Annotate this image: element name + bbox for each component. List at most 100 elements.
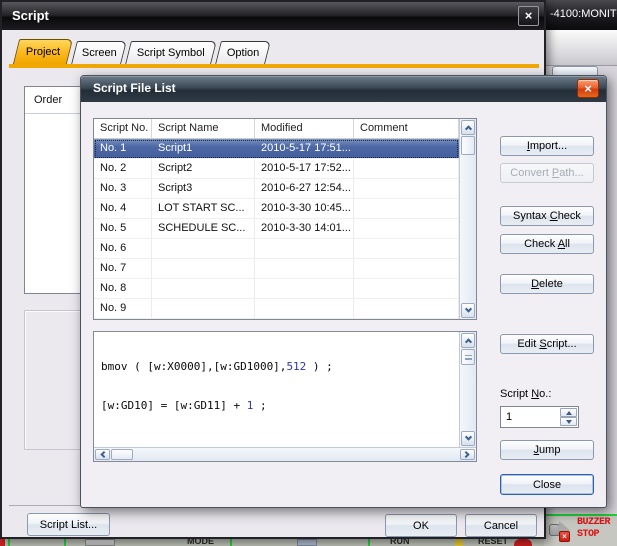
table-row[interactable]: No. 9: [94, 299, 459, 319]
cell: SCHEDULE SC...: [152, 219, 255, 238]
tab-project[interactable]: Project: [13, 39, 73, 64]
hmi-green-line: [8, 539, 10, 546]
label: Cancel: [484, 520, 518, 532]
tab-label: Screen: [81, 47, 116, 59]
table-row[interactable]: No. 3 Script3 2010-6-27 12:54...: [94, 179, 459, 199]
code-text: bmov ( [w:X0000],[w:GD1000],512 ) ; [w:G…: [95, 333, 458, 446]
table-row[interactable]: No. 4 LOT START SC... 2010-3-30 10:45...: [94, 199, 459, 219]
cell: No. 2: [94, 159, 152, 178]
hmi-mode-label: MODE: [187, 539, 214, 546]
import-button[interactable]: Import...: [500, 136, 594, 156]
code-scrollbar-horizontal[interactable]: [94, 447, 476, 461]
script-code-preview[interactable]: bmov ( [w:X0000],[w:GD1000],512 ) ; [w:G…: [93, 331, 477, 462]
hmi-red-fragment: [514, 539, 532, 546]
buzzer-error-icon: ×: [559, 531, 570, 542]
hmi-status-area: × BUZZER STOP: [544, 514, 617, 546]
file-list-titlebar: Script File List ×: [81, 76, 606, 102]
code-scrollbar-vertical[interactable]: [459, 332, 476, 447]
column-header[interactable]: Script No.: [94, 119, 152, 138]
column-header[interactable]: Script Name: [152, 119, 255, 138]
cell: 2010-5-17 17:52...: [255, 159, 354, 178]
label: Convert Path...: [510, 167, 583, 179]
table-row[interactable]: No. 6: [94, 239, 459, 259]
tab-script-symbol[interactable]: Script Symbol: [125, 41, 217, 64]
cell: [255, 239, 354, 258]
scroll-down-icon[interactable]: [461, 303, 475, 318]
hmi-yellow-fragment: [455, 539, 463, 546]
scroll-up-icon[interactable]: [461, 333, 475, 348]
scrollbar-thumb[interactable]: [111, 449, 133, 460]
tab-option[interactable]: Option: [215, 41, 271, 64]
label: Delete: [531, 278, 563, 290]
close-icon[interactable]: ×: [518, 6, 539, 26]
table-row[interactable]: No. 2 Script2 2010-5-17 17:52...: [94, 159, 459, 179]
scroll-up-icon[interactable]: [461, 120, 475, 135]
cell: 2010-6-27 12:54...: [255, 179, 354, 198]
code-line: bmov ( [w:X0000],[w:GD1000],512 ) ;: [101, 361, 458, 374]
buzzer-line1: BUZZER: [577, 517, 610, 529]
cell: [354, 299, 459, 318]
table-row[interactable]: No. 8: [94, 279, 459, 299]
script-no-input[interactable]: [502, 408, 560, 426]
script-dialog-title: Script: [12, 8, 49, 23]
cell: [255, 299, 354, 318]
syntax-check-button[interactable]: Syntax Check: [500, 206, 594, 226]
scroll-left-icon[interactable]: [95, 449, 110, 460]
cancel-button[interactable]: Cancel: [465, 514, 537, 537]
cell: [152, 299, 255, 318]
hmi-green-line: [368, 539, 370, 546]
tab-screen[interactable]: Screen: [71, 41, 127, 64]
table-row[interactable]: No. 5 SCHEDULE SC... 2010-3-30 14:01...: [94, 219, 459, 239]
column-header[interactable]: Comment: [354, 119, 459, 138]
cell: No. 9: [94, 299, 152, 318]
table-scrollbar[interactable]: [459, 119, 476, 319]
spinner-down-icon[interactable]: [560, 417, 577, 426]
jump-button[interactable]: Jump: [500, 440, 594, 460]
hmi-button-fragment: [85, 539, 115, 546]
convert-path-button[interactable]: Convert Path...: [500, 163, 594, 183]
column-header[interactable]: Modified: [255, 119, 354, 138]
cell: No. 4: [94, 199, 152, 218]
script-no-spinner: [500, 406, 579, 428]
speaker-icon: ×: [547, 520, 573, 542]
cell: [354, 259, 459, 278]
active-tab-underline: [9, 64, 539, 68]
script-file-table: Script No. Script Name Modified Comment …: [93, 118, 477, 320]
label: Import...: [527, 140, 567, 152]
cell: [152, 259, 255, 278]
script-file-list-dialog: Script File List × Script No. Script Nam…: [80, 75, 607, 508]
script-list-button[interactable]: Script List...: [27, 513, 110, 536]
cell: 2010-3-30 10:45...: [255, 199, 354, 218]
cell: Script3: [152, 179, 255, 198]
cell: [255, 259, 354, 278]
delete-button[interactable]: Delete: [500, 274, 594, 294]
ok-button[interactable]: OK: [385, 514, 457, 537]
label: Edit Script...: [517, 338, 576, 350]
scroll-down-icon[interactable]: [461, 431, 475, 446]
cell: LOT START SC...: [152, 199, 255, 218]
edit-script-button[interactable]: Edit Script...: [500, 334, 594, 354]
scrollbar-thumb[interactable]: [461, 136, 475, 155]
cell: [354, 159, 459, 178]
close-icon[interactable]: ×: [577, 79, 599, 98]
label: Close: [533, 479, 561, 491]
table-row[interactable]: No. 7: [94, 259, 459, 279]
cell: No. 5: [94, 219, 152, 238]
table-row-selected[interactable]: No. 1 Script1 2010-5-17 17:51...: [94, 139, 459, 159]
hmi-run-label: RUN: [390, 539, 410, 546]
check-all-button[interactable]: Check All: [500, 234, 594, 254]
buzzer-line2: STOP: [577, 529, 610, 541]
hmi-reset-label: RESET: [478, 539, 508, 546]
cell: [255, 279, 354, 298]
tab-label: Option: [227, 47, 259, 59]
cell: No. 3: [94, 179, 152, 198]
script-no-label: Script No.:: [500, 388, 551, 400]
spinner-up-icon[interactable]: [560, 408, 577, 417]
background-window-titlebar: -4100:MONITO: [544, 0, 617, 30]
buzzer-stop-label: BUZZER STOP: [577, 517, 610, 541]
cell: [354, 239, 459, 258]
hmi-red-fragment: [0, 539, 5, 546]
scrollbar-thumb[interactable]: [461, 349, 475, 365]
scroll-right-icon[interactable]: [460, 449, 475, 460]
close-button[interactable]: Close: [500, 474, 594, 495]
